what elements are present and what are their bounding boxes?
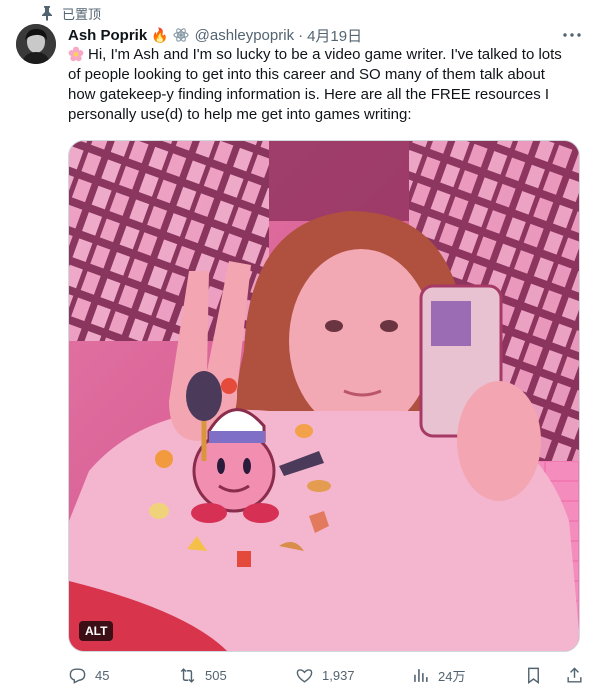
tweet-text-line-3: how gatekeep-y finding information is. H… <box>68 86 550 103</box>
atom-icon <box>173 27 189 43</box>
flame-icon: 🔥 <box>151 26 169 43</box>
views-button[interactable]: 24万 <box>411 666 511 685</box>
reply-count: 45 <box>95 667 110 683</box>
retweet-count: 505 <box>205 667 227 683</box>
pinned-indicator: 已置顶 <box>40 4 101 22</box>
bookmark-icon <box>528 667 539 684</box>
avatar[interactable] <box>16 24 56 64</box>
share-button[interactable] <box>565 666 584 685</box>
pin-icon <box>40 5 54 21</box>
reply-icon <box>69 667 86 684</box>
tweet-header: Ash Poprik 🔥 @ashleypoprik · 4月19日 <box>68 24 583 46</box>
views-icon <box>414 668 428 682</box>
like-icon <box>296 668 313 683</box>
action-right-group <box>524 666 584 685</box>
share-icon <box>567 666 582 683</box>
tweet-date[interactable]: 4月19日 <box>307 25 362 46</box>
tweet-text: Hi, I'm Ash and I'm so lucky to be a vid… <box>68 45 580 125</box>
reply-button[interactable]: 45 <box>68 666 178 685</box>
pinned-label: 已置顶 <box>62 6 102 22</box>
author-handle[interactable]: @ashleypoprik <box>195 27 294 44</box>
like-button[interactable]: 1,937 <box>295 666 411 685</box>
bookmark-button[interactable] <box>524 666 543 685</box>
tweet-text-line: Hi, I'm Ash and I'm so lucky to be a vid… <box>68 45 580 65</box>
more-icon[interactable] <box>561 25 583 45</box>
action-bar: 45 505 1,937 24万 <box>68 664 584 686</box>
retweet-icon <box>180 667 195 683</box>
photo-illustration <box>69 141 579 651</box>
alt-badge[interactable]: ALT <box>79 621 114 641</box>
flower-icon <box>68 46 84 62</box>
author-name[interactable]: Ash Poprik <box>68 27 147 44</box>
tweet-text-line-4: personally use(d) to help me get into ga… <box>68 106 412 123</box>
like-count: 1,937 <box>322 667 355 683</box>
tweet-text-line-1: Hi, I'm Ash and I'm so lucky to be a vid… <box>88 46 562 63</box>
tweet-photo[interactable]: ALT <box>68 140 580 652</box>
separator: · <box>298 26 304 44</box>
tweet-text-line-2: of people looking to get into this caree… <box>68 66 545 83</box>
retweet-button[interactable]: 505 <box>178 666 295 685</box>
views-count: 24万 <box>438 668 466 684</box>
